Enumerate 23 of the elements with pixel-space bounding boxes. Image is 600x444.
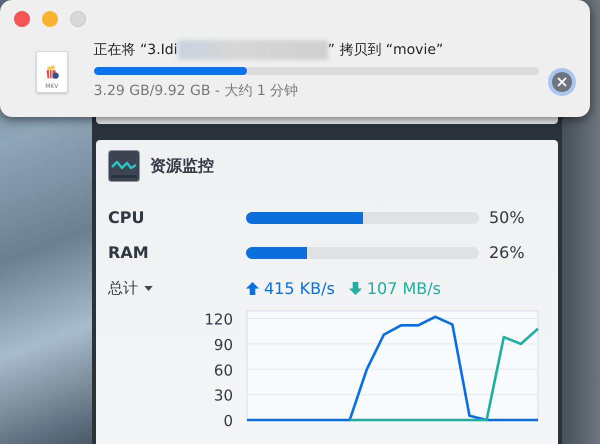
period-dropdown[interactable]: 总计 bbox=[108, 278, 246, 298]
axis-tick-label: 60 bbox=[214, 361, 233, 380]
axis-tick-label: 30 bbox=[214, 386, 233, 405]
upload-speed: 415 KB/s bbox=[264, 278, 335, 298]
close-button[interactable] bbox=[14, 11, 30, 27]
usage-percent: 26% bbox=[489, 243, 525, 262]
meter-label: RAM bbox=[108, 243, 150, 262]
copy-progress-text: 3.29 GB/9.92 GB - 大约 1 分钟 bbox=[94, 82, 300, 100]
copy-status-text: 正在将 “3.Idi bbox=[94, 41, 178, 59]
meter-label: CPU bbox=[108, 208, 146, 227]
minimize-button[interactable] bbox=[42, 11, 58, 27]
widget-title: 资源监控 bbox=[150, 156, 214, 176]
axis-tick-label: 0 bbox=[223, 412, 233, 430]
usage-percent: 50% bbox=[489, 208, 525, 227]
monitor-app-icon bbox=[108, 150, 140, 182]
cancel-button[interactable] bbox=[548, 68, 576, 96]
download-speed: 107 MB/s bbox=[366, 278, 441, 298]
copy-destination-text: ” 拷贝到 “movie” bbox=[328, 41, 444, 59]
axis-tick-label: 120 bbox=[204, 310, 233, 329]
upload-arrow-icon bbox=[246, 282, 259, 294]
download-arrow-icon bbox=[348, 282, 362, 294]
caret-icon bbox=[144, 286, 153, 290]
axis-tick-label: 90 bbox=[214, 336, 233, 354]
